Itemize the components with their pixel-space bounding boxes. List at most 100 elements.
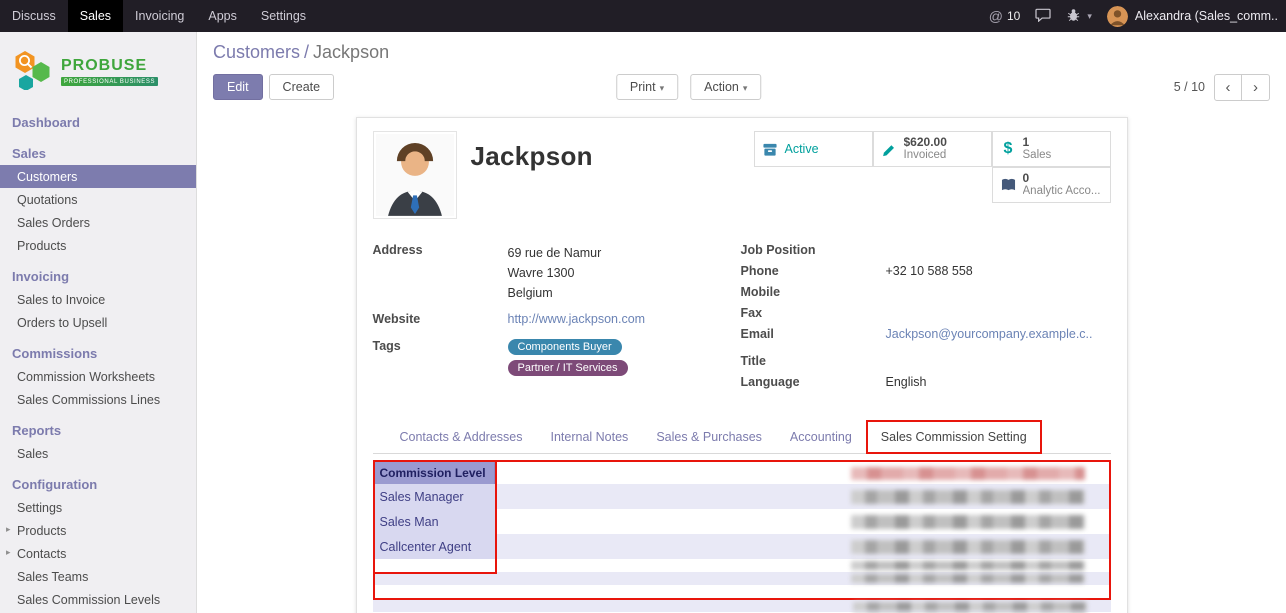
mentions-button[interactable]: @ 10 <box>989 8 1021 24</box>
print-label: Print <box>630 80 656 94</box>
table-row-sales-man[interactable]: Sales Man <box>375 509 1109 534</box>
sidebar-item-dashboard[interactable]: Dashboard <box>0 109 196 134</box>
phone-label: Phone <box>741 264 886 282</box>
address-line2: Wavre 1300 <box>508 263 602 283</box>
sidebar-item-settings[interactable]: Settings <box>0 496 196 519</box>
address-label: Address <box>373 243 508 303</box>
commission-level-cell: Sales Manager <box>375 484 495 509</box>
main-content: Customers/Jackpson Edit Create Print ▾ Ac… <box>197 32 1286 613</box>
column-header-commission-level[interactable]: Commission Level <box>375 462 495 484</box>
stat-sales-button[interactable]: $ 1 Sales <box>992 131 1111 167</box>
action-dropdown[interactable]: Action▾ <box>690 74 761 100</box>
mention-count: 10 <box>1007 9 1020 23</box>
redacted-cell-value <box>851 540 1085 554</box>
sidebar-item-config-contacts[interactable]: ▸Contacts <box>0 542 196 565</box>
address-value: 69 rue de Namur Wavre 1300 Belgium <box>508 243 602 303</box>
sidebar-section-invoicing[interactable]: Invoicing <box>0 263 196 288</box>
customer-photo[interactable] <box>373 131 457 219</box>
tags-label: Tags <box>373 339 508 381</box>
pencil-icon <box>881 142 898 157</box>
probuse-logo: PROBUSE PROFESSIONAL BUSINESS <box>0 32 196 109</box>
sidebar-item-sales-teams[interactable]: Sales Teams <box>0 565 196 588</box>
stat-invoiced-button[interactable]: $620.00 Invoiced <box>873 131 992 167</box>
stat-active-button[interactable]: Active <box>754 131 873 167</box>
menu-apps[interactable]: Apps <box>196 0 249 32</box>
stat-invoiced-value: $620.00 <box>904 136 947 149</box>
menu-settings[interactable]: Settings <box>249 0 318 32</box>
form-sheet: Jackpson Active $620.00 Invoiced <box>356 117 1128 613</box>
mobile-label: Mobile <box>741 285 886 303</box>
sidebar-item-sales-commission-levels[interactable]: Sales Commission Levels <box>0 588 196 611</box>
stat-active-label: Active <box>785 142 819 156</box>
sidebar-section-commissions[interactable]: Commissions <box>0 340 196 365</box>
redacted-cell-value <box>853 602 1087 611</box>
stat-invoiced-label: Invoiced <box>904 149 947 162</box>
pager-previous-button[interactable]: ‹ <box>1214 74 1242 101</box>
breadcrumb-customers-link[interactable]: Customers <box>213 42 300 62</box>
print-dropdown[interactable]: Print ▾ <box>616 74 678 100</box>
stat-analytic-button[interactable]: 0 Analytic Acco... <box>992 167 1111 203</box>
tab-sales-purchases[interactable]: Sales & Purchases <box>642 421 776 453</box>
fax-label: Fax <box>741 306 886 324</box>
sidebar-item-reports-sales[interactable]: Sales <box>0 442 196 465</box>
pager-value: 5 / 10 <box>1174 80 1205 94</box>
table-row-callcenter-agent[interactable]: Callcenter Agent <box>375 534 1109 559</box>
stat-sales-value: 1 <box>1023 136 1052 149</box>
language-value: English <box>886 375 927 393</box>
sidebar-item-orders-to-upsell[interactable]: Orders to Upsell <box>0 311 196 334</box>
sheet-header: Jackpson Active $620.00 Invoiced <box>373 131 1111 219</box>
sidebar-section-reports[interactable]: Reports <box>0 417 196 442</box>
sidebar-item-config-products[interactable]: ▸Products <box>0 519 196 542</box>
probuse-logo-icon <box>12 48 54 95</box>
menu-invoicing[interactable]: Invoicing <box>123 0 196 32</box>
title-label: Title <box>741 354 886 372</box>
sidebar-item-products[interactable]: Products <box>0 234 196 257</box>
user-menu[interactable]: Alexandra (Sales_comm.. <box>1107 6 1278 27</box>
customer-photo-image <box>376 134 454 216</box>
website-link[interactable]: http://www.jackpson.com <box>508 312 646 330</box>
address-line3: Belgium <box>508 283 602 303</box>
stat-analytic-label: Analytic Acco... <box>1023 185 1101 198</box>
email-link[interactable]: Jackpson@yourcompany.example.c.. <box>886 327 1093 345</box>
table-row-sales-manager[interactable]: Sales Manager <box>375 484 1109 509</box>
sidebar-item-sales-to-invoice[interactable]: Sales to Invoice <box>0 288 196 311</box>
bug-icon <box>1066 8 1081 25</box>
sidebar-item-sales-orders[interactable]: Sales Orders <box>0 211 196 234</box>
pager: 5 / 10 ‹ › <box>1174 74 1270 101</box>
notebook-tabs: Contacts & Addresses Internal Notes Sale… <box>373 420 1111 454</box>
redacted-cell-value <box>851 515 1085 529</box>
user-avatar <box>1107 6 1128 27</box>
tag-components-buyer: Components Buyer <box>508 339 622 355</box>
control-panel: Customers/Jackpson Edit Create Print ▾ Ac… <box>197 32 1286 102</box>
tab-accounting[interactable]: Accounting <box>776 421 866 453</box>
tab-contacts-addresses[interactable]: Contacts & Addresses <box>386 421 537 453</box>
annotation-box-active-tab: Sales Commission Setting <box>866 420 1042 454</box>
email-label: Email <box>741 327 886 345</box>
sidebar-item-commission-worksheets[interactable]: Commission Worksheets <box>0 365 196 388</box>
messages-button[interactable] <box>1035 8 1051 25</box>
sidebar-item-sales-commissions-lines[interactable]: Sales Commissions Lines <box>0 388 196 411</box>
redacted-cell-value <box>851 561 1085 570</box>
dollar-icon: $ <box>1000 140 1017 158</box>
sidebar: PROBUSE PROFESSIONAL BUSINESS Dashboard … <box>0 32 197 613</box>
sidebar-section-sales[interactable]: Sales <box>0 140 196 165</box>
table-empty-row <box>373 600 1111 612</box>
chevron-down-icon: ▾ <box>660 83 665 93</box>
debug-menu-button[interactable]: ▾ <box>1066 8 1092 25</box>
logo-title: PROBUSE <box>61 57 158 75</box>
pager-next-button[interactable]: › <box>1242 74 1270 101</box>
create-button[interactable]: Create <box>269 74 335 100</box>
tab-internal-notes[interactable]: Internal Notes <box>536 421 642 453</box>
sidebar-item-customers[interactable]: Customers <box>0 165 196 188</box>
sidebar-section-configuration[interactable]: Configuration <box>0 471 196 496</box>
menu-discuss[interactable]: Discuss <box>0 0 68 32</box>
job-position-label: Job Position <box>741 243 886 261</box>
menu-sales[interactable]: Sales <box>68 0 123 32</box>
edit-button[interactable]: Edit <box>213 74 263 100</box>
sidebar-item-quotations[interactable]: Quotations <box>0 188 196 211</box>
field-group: Address 69 rue de Namur Wavre 1300 Belgi… <box>373 243 1111 396</box>
address-line1: 69 rue de Namur <box>508 243 602 263</box>
table-header-row: Commission Level <box>375 462 1109 484</box>
breadcrumb: Customers/Jackpson <box>213 42 1270 63</box>
tab-sales-commission-setting[interactable]: Sales Commission Setting <box>868 422 1040 452</box>
